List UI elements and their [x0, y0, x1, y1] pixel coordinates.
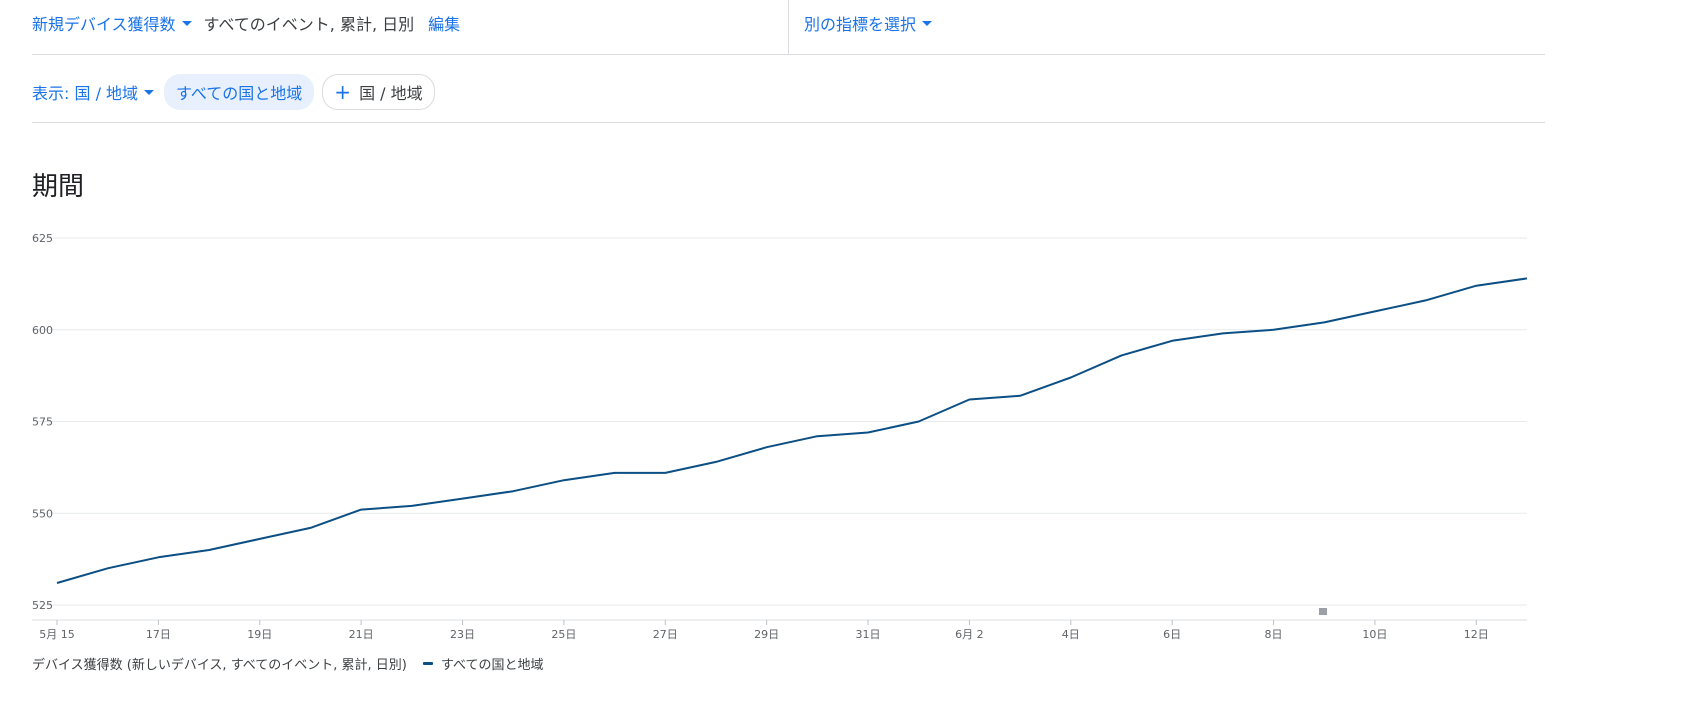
chart-grid — [37, 237, 1527, 606]
line-chart: 625 600 575 550 525 5月 15 17日 19日 21日 23日 25日 27日 2… — [32, 232, 1528, 641]
series-line — [56, 277, 1528, 584]
x-tick-label: 10日 — [1362, 628, 1387, 641]
y-tick-label: 600 — [32, 324, 53, 337]
y-tick-label: 575 — [32, 416, 53, 429]
x-tick-label: 25日 — [551, 628, 576, 641]
x-tick-label: 29日 — [754, 628, 779, 641]
legend-series-label: すべての国と地域 — [440, 658, 544, 673]
legend-swatch — [422, 662, 433, 665]
chart-legend: デバイス獲得数 (新しいデバイス, すべてのイベント, 累計, 日別) すべての… — [32, 654, 543, 673]
y-tick-label: 525 — [32, 599, 53, 612]
chart-series — [56, 277, 1528, 584]
y-axis: 625 600 575 550 525 — [32, 232, 53, 612]
x-tick-label: 31日 — [856, 628, 881, 641]
scroll-marker[interactable] — [1319, 608, 1327, 615]
x-tick-label: 5月 15 — [39, 628, 75, 641]
x-tick-label: 19日 — [247, 628, 272, 641]
x-tick-label: 6月 2 — [955, 628, 984, 641]
x-tick-label: 23日 — [450, 628, 475, 641]
x-tick-label: 6日 — [1163, 628, 1181, 641]
x-tick-label: 17日 — [146, 628, 171, 641]
y-tick-label: 550 — [32, 507, 53, 520]
x-tick-label: 8日 — [1265, 628, 1283, 641]
x-tick-label: 27日 — [653, 628, 678, 641]
x-axis: 5月 15 17日 19日 21日 23日 25日 27日 29日 31日 6月 2 4日 6日 8日 1… — [32, 619, 1527, 641]
x-tick-label: 4日 — [1062, 628, 1080, 641]
x-tick-label: 12日 — [1464, 628, 1489, 641]
x-tick-label: 21日 — [349, 628, 374, 641]
legend-metric-text: デバイス獲得数 (新しいデバイス, すべてのイベント, 累計, 日別) — [32, 658, 407, 673]
y-tick-label: 625 — [32, 232, 53, 245]
